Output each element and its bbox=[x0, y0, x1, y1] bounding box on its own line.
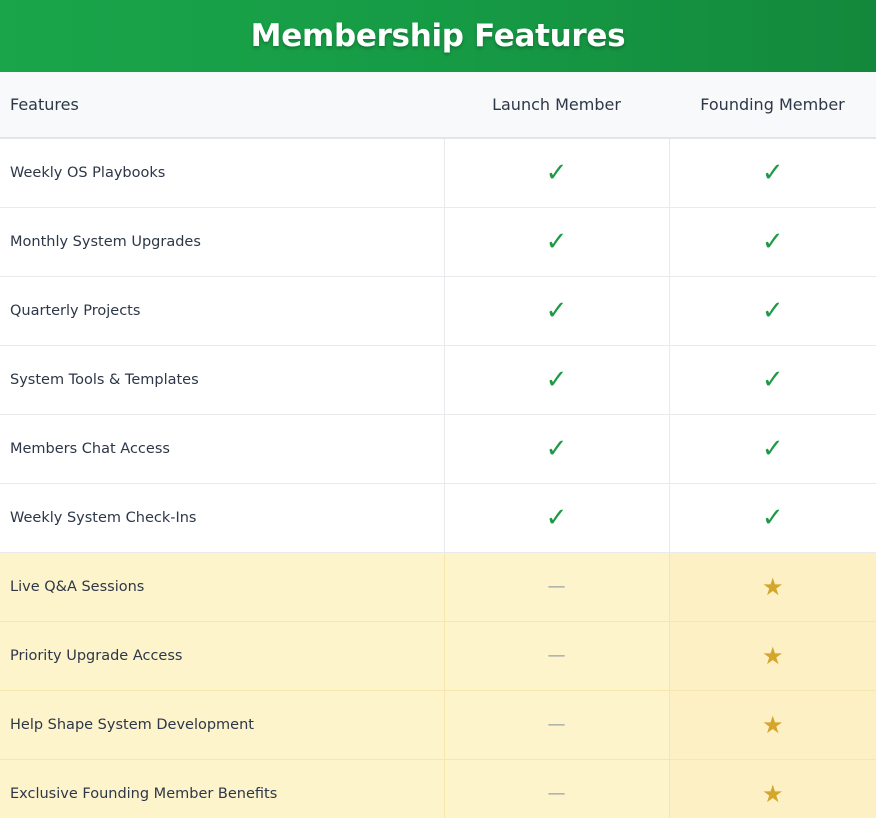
feature-label: Priority Upgrade Access bbox=[0, 621, 444, 691]
checkmark-icon: ✓ bbox=[545, 157, 568, 188]
dash-icon: — bbox=[547, 644, 566, 666]
checkmark-icon: ✓ bbox=[545, 502, 568, 533]
founding-member-cell: ★ bbox=[668, 759, 876, 818]
star-icon: ★ bbox=[761, 710, 784, 739]
checkmark-icon: ✓ bbox=[545, 364, 568, 395]
founding-member-cell: ★ bbox=[668, 690, 876, 760]
star-icon: ★ bbox=[761, 572, 784, 601]
founding-member-cell: ✓ bbox=[668, 138, 876, 208]
page-title: Membership Features bbox=[250, 18, 626, 54]
checkmark-icon: ✓ bbox=[761, 364, 784, 395]
checkmark-icon: ✓ bbox=[761, 157, 784, 188]
table-row: Priority Upgrade Access — ★ bbox=[0, 621, 876, 691]
feature-label: Quarterly Projects bbox=[0, 276, 444, 346]
feature-label: Live Q&A Sessions bbox=[0, 552, 444, 622]
table-header-row: Features Launch Member Founding Member bbox=[0, 72, 876, 139]
table-row: Weekly OS Playbooks ✓ ✓ bbox=[0, 138, 876, 208]
founding-member-cell: ✓ bbox=[668, 345, 876, 415]
feature-comparison-table: Features Launch Member Founding Member W… bbox=[0, 72, 876, 818]
feature-label: Monthly System Upgrades bbox=[0, 207, 444, 277]
checkmark-icon: ✓ bbox=[761, 433, 784, 464]
dash-icon: — bbox=[547, 782, 566, 804]
launch-member-cell: — bbox=[443, 690, 669, 760]
feature-label: System Tools & Templates bbox=[0, 345, 444, 415]
launch-member-cell: — bbox=[443, 759, 669, 818]
checkmark-icon: ✓ bbox=[761, 502, 784, 533]
founding-member-cell: ★ bbox=[668, 552, 876, 622]
table-row: Exclusive Founding Member Benefits — ★ bbox=[0, 759, 876, 818]
title-banner: Membership Features bbox=[0, 0, 876, 72]
table-row: Members Chat Access ✓ ✓ bbox=[0, 414, 876, 484]
launch-member-cell: ✓ bbox=[443, 414, 669, 484]
feature-label: Weekly System Check-Ins bbox=[0, 483, 444, 553]
launch-member-cell: — bbox=[443, 621, 669, 691]
table-row: Help Shape System Development — ★ bbox=[0, 690, 876, 760]
feature-label: Help Shape System Development bbox=[0, 690, 444, 760]
dash-icon: — bbox=[547, 713, 566, 735]
launch-member-cell: ✓ bbox=[443, 207, 669, 277]
founding-member-cell: ★ bbox=[668, 621, 876, 691]
checkmark-icon: ✓ bbox=[545, 226, 568, 257]
header-founding-member: Founding Member bbox=[669, 72, 876, 139]
checkmark-icon: ✓ bbox=[761, 295, 784, 326]
checkmark-icon: ✓ bbox=[761, 226, 784, 257]
dash-icon: — bbox=[547, 575, 566, 597]
launch-member-cell: ✓ bbox=[443, 483, 669, 553]
feature-label: Members Chat Access bbox=[0, 414, 444, 484]
launch-member-cell: ✓ bbox=[443, 138, 669, 208]
feature-label: Weekly OS Playbooks bbox=[0, 138, 444, 208]
launch-member-cell: ✓ bbox=[443, 276, 669, 346]
star-icon: ★ bbox=[761, 641, 784, 670]
star-icon: ★ bbox=[761, 779, 784, 808]
header-launch-member: Launch Member bbox=[444, 72, 669, 139]
table-row: Weekly System Check-Ins ✓ ✓ bbox=[0, 483, 876, 553]
launch-member-cell: — bbox=[443, 552, 669, 622]
table-row: Quarterly Projects ✓ ✓ bbox=[0, 276, 876, 346]
header-features: Features bbox=[0, 72, 444, 139]
table-row: System Tools & Templates ✓ ✓ bbox=[0, 345, 876, 415]
launch-member-cell: ✓ bbox=[443, 345, 669, 415]
table-row: Monthly System Upgrades ✓ ✓ bbox=[0, 207, 876, 277]
checkmark-icon: ✓ bbox=[545, 295, 568, 326]
founding-member-cell: ✓ bbox=[668, 483, 876, 553]
feature-label: Exclusive Founding Member Benefits bbox=[0, 759, 444, 818]
founding-member-cell: ✓ bbox=[668, 276, 876, 346]
founding-member-cell: ✓ bbox=[668, 207, 876, 277]
table-row: Live Q&A Sessions — ★ bbox=[0, 552, 876, 622]
checkmark-icon: ✓ bbox=[545, 433, 568, 464]
founding-member-cell: ✓ bbox=[668, 414, 876, 484]
